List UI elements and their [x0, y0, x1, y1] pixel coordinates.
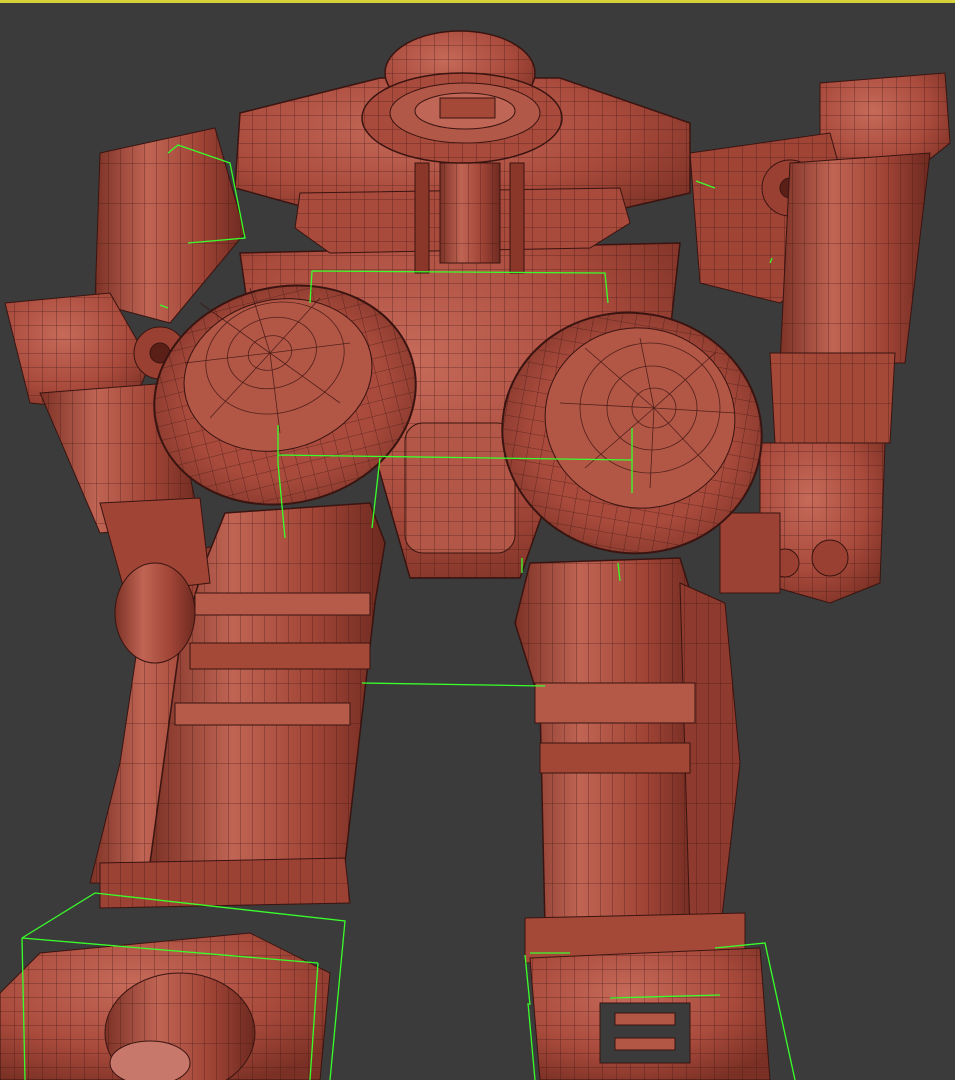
right-arm-mesh[interactable] [689, 72, 951, 604]
viewport-3d[interactable] [0, 0, 955, 1080]
left-leg-mesh[interactable] [0, 502, 386, 1080]
scene-render [0, 30, 951, 1080]
right-leg-mesh[interactable] [514, 557, 771, 1080]
